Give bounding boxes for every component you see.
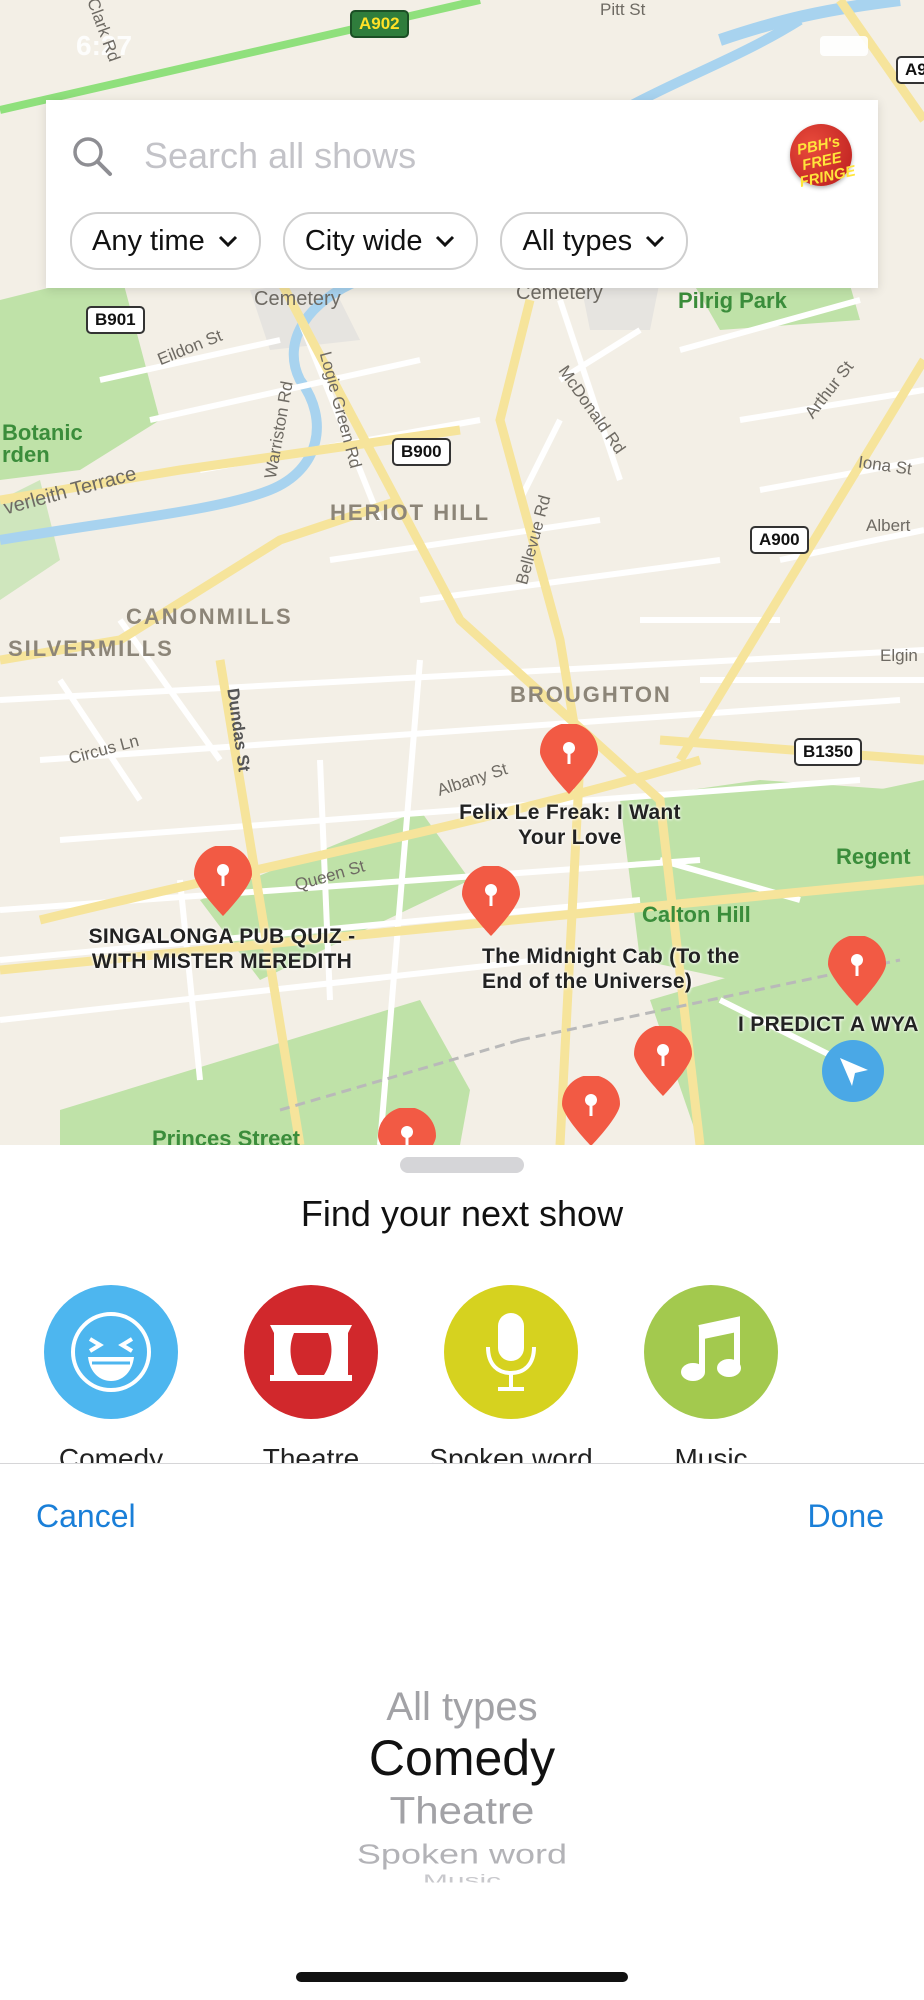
cancel-button[interactable]: Cancel bbox=[36, 1498, 136, 1535]
chevron-down-icon bbox=[218, 235, 237, 248]
map-pin[interactable] bbox=[538, 724, 600, 796]
search-panel: PBH's FREE FRINGE Any time City wide All… bbox=[46, 100, 878, 288]
road-shield: B901 bbox=[86, 306, 145, 334]
curtains-icon bbox=[244, 1285, 378, 1419]
map-view[interactable]: 6:27 HERIOT HILL CANONMILLS SILVERMILLS … bbox=[0, 0, 924, 1145]
park-label: Princes Street bbox=[152, 1126, 300, 1145]
street-label: Elgin bbox=[880, 646, 918, 665]
map-pin[interactable] bbox=[376, 1108, 438, 1145]
category-theatre[interactable]: Theatre bbox=[244, 1285, 378, 1465]
area-label: CANONMILLS bbox=[126, 604, 293, 629]
road-shield: A9 bbox=[896, 56, 924, 84]
picker-toolbar: Cancel Done bbox=[0, 1463, 924, 1568]
category-list: Comedy Theatre Spoken word Music bbox=[44, 1285, 778, 1465]
category-spoken-word[interactable]: Spoken word bbox=[429, 1285, 593, 1465]
area-label: HERIOT HILL bbox=[330, 500, 491, 525]
street-label: Albert bbox=[866, 516, 911, 535]
filter-time[interactable]: Any time bbox=[70, 212, 261, 270]
pin-label[interactable]: Felix Le Freak: I Want Your Love bbox=[440, 800, 700, 850]
map-pin[interactable] bbox=[632, 1026, 694, 1098]
done-button[interactable]: Done bbox=[808, 1498, 885, 1535]
map-pin[interactable] bbox=[826, 936, 888, 1008]
park-label: Regent bbox=[836, 844, 911, 869]
filter-time-label: Any time bbox=[92, 224, 205, 257]
street-label: Pitt St bbox=[600, 0, 646, 19]
home-indicator[interactable] bbox=[296, 1972, 628, 1982]
road-shield: B900 bbox=[392, 438, 451, 466]
picker-option[interactable]: All types bbox=[0, 1685, 924, 1730]
type-picker[interactable]: All types Comedy Theatre Spoken word Mus… bbox=[0, 1567, 924, 1927]
map-label-cemetery: Cemetery bbox=[254, 288, 341, 310]
music-note-icon bbox=[644, 1285, 778, 1419]
sheet-title: Find your next show bbox=[300, 1193, 624, 1234]
category-label: Music bbox=[674, 1443, 748, 1465]
filter-type-label: All types bbox=[522, 224, 633, 257]
map-pin[interactable] bbox=[192, 846, 254, 918]
category-comedy[interactable]: Comedy bbox=[44, 1285, 178, 1465]
chevron-down-icon bbox=[646, 235, 665, 248]
pin-label[interactable]: SINGALONGA PUB QUIZ - WITH MISTER MEREDI… bbox=[72, 924, 372, 974]
category-music[interactable]: Music bbox=[644, 1285, 778, 1465]
filter-location-label: City wide bbox=[304, 224, 423, 257]
road-shield: A900 bbox=[750, 526, 809, 554]
category-label: Spoken word bbox=[429, 1443, 593, 1465]
search-icon bbox=[73, 137, 112, 176]
road-shield: A902 bbox=[350, 10, 409, 38]
battery-icon bbox=[820, 36, 868, 56]
free-fringe-logo[interactable]: PBH's FREE FRINGE bbox=[790, 124, 857, 191]
category-label: Theatre bbox=[262, 1443, 360, 1465]
microphone-icon bbox=[444, 1285, 578, 1419]
area-label: SILVERMILLS bbox=[8, 636, 174, 661]
laughing-face-icon bbox=[44, 1285, 178, 1419]
park-label: rden bbox=[2, 442, 50, 467]
filter-location[interactable]: City wide bbox=[282, 212, 479, 270]
bottom-sheet: Find your next show Comedy Theatre Spoke… bbox=[0, 1145, 924, 1465]
filter-bar: Any time City wide All types bbox=[70, 212, 689, 270]
road-shield: B1350 bbox=[794, 738, 863, 766]
picker-option[interactable]: Spoken word bbox=[0, 1838, 924, 1871]
search-input[interactable] bbox=[142, 130, 706, 182]
picker-option[interactable]: Theatre bbox=[0, 1789, 924, 1832]
sheet-drag-handle[interactable] bbox=[400, 1157, 524, 1173]
park-label: Pilrig Park bbox=[678, 288, 787, 313]
park-label: Calton Hill bbox=[642, 902, 751, 927]
category-label: Comedy bbox=[58, 1443, 164, 1465]
picker-option-selected[interactable]: Comedy bbox=[0, 1729, 924, 1787]
pin-label[interactable]: I PREDICT A WYA bbox=[738, 1012, 924, 1037]
pin-label[interactable]: The Midnight Cab (To the End of the Univ… bbox=[482, 944, 782, 994]
area-label: BROUGHTON bbox=[510, 682, 672, 707]
map-pin[interactable] bbox=[560, 1076, 622, 1145]
map-pin[interactable] bbox=[460, 866, 522, 938]
filter-type[interactable]: All types bbox=[500, 212, 689, 270]
chevron-down-icon bbox=[436, 235, 455, 248]
location-arrow-icon bbox=[840, 1058, 868, 1086]
locate-me-button[interactable] bbox=[822, 1040, 884, 1102]
picker-option[interactable]: Music bbox=[0, 1872, 924, 1883]
